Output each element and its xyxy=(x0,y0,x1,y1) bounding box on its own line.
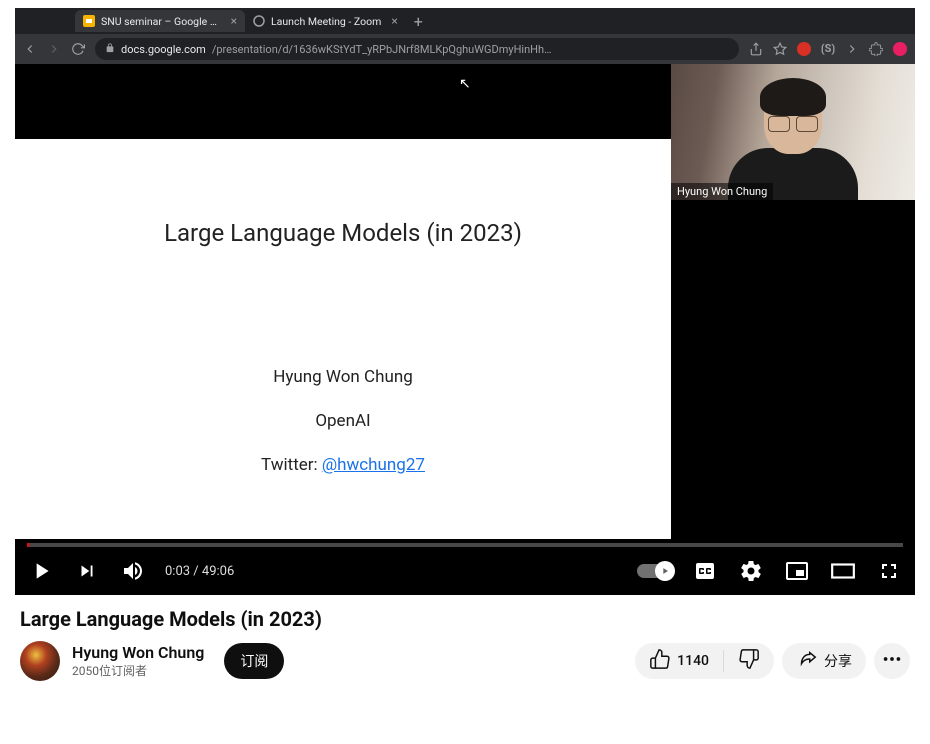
shared-slide-area: ↖ Large Language Models (in 2023) Hyung … xyxy=(15,64,671,539)
slide-twitter-label: Twitter: xyxy=(261,455,322,475)
more-actions-button[interactable] xyxy=(874,643,910,679)
slides-favicon-icon xyxy=(83,15,95,27)
volume-button[interactable] xyxy=(119,557,147,585)
extension-icon[interactable] xyxy=(797,42,811,56)
action-buttons: 1140 分享 xyxy=(635,643,910,679)
video-title: Large Language Models (in 2023) xyxy=(20,607,910,631)
browser-tab-title: SNU seminar – Google Slides xyxy=(101,15,221,28)
dislike-button[interactable] xyxy=(724,643,774,679)
tab-close-icon[interactable]: × xyxy=(231,14,237,28)
browser-tab-zoom[interactable]: Launch Meeting - Zoom × xyxy=(245,10,406,32)
new-tab-button[interactable]: + xyxy=(406,12,431,31)
share-icon xyxy=(796,648,818,674)
duration: 49:06 xyxy=(202,564,234,579)
more-horizontal-icon xyxy=(881,648,903,674)
speaker-name-label: Hyung Won Chung xyxy=(671,183,773,200)
nav-back-icon[interactable] xyxy=(23,42,37,56)
thumbs-down-icon xyxy=(738,648,760,674)
subscribe-button[interactable]: 订阅 xyxy=(224,643,284,679)
mouse-cursor-icon: ↖ xyxy=(459,76,471,92)
share-button[interactable]: 分享 xyxy=(782,643,866,679)
share-label: 分享 xyxy=(824,651,852,671)
browser-address-row: docs.google.com/presentation/d/1636wKStY… xyxy=(15,34,915,64)
channel-info[interactable]: Hyung Won Chung 2050位订阅者 xyxy=(72,643,204,679)
slide-twitter-handle: @hwchung27 xyxy=(322,455,425,475)
video-progress-fill xyxy=(27,543,29,547)
channel-name: Hyung Won Chung xyxy=(72,643,204,662)
time-display: 0:03 / 49:06 xyxy=(165,564,234,579)
video-info-section: Large Language Models (in 2023) Hyung Wo… xyxy=(0,595,930,681)
extensions-puzzle-icon[interactable] xyxy=(869,42,883,56)
like-count: 1140 xyxy=(677,653,709,669)
url-bar[interactable]: docs.google.com/presentation/d/1636wKStY… xyxy=(95,38,739,60)
presentation-slide: Large Language Models (in 2023) Hyung Wo… xyxy=(15,139,671,539)
like-dislike-pill: 1140 xyxy=(635,643,774,679)
browser-tab-slides[interactable]: SNU seminar – Google Slides × xyxy=(75,10,245,32)
thumbs-up-icon xyxy=(649,648,671,674)
settings-button[interactable] xyxy=(737,557,765,585)
channel-avatar[interactable] xyxy=(20,641,60,681)
nav-forward-icon[interactable] xyxy=(47,42,61,56)
autoplay-knob-icon xyxy=(655,561,675,581)
lock-icon xyxy=(105,43,115,56)
extension-icon[interactable] xyxy=(845,42,859,56)
play-button[interactable] xyxy=(27,557,55,585)
current-time: 0:03 xyxy=(165,564,190,579)
autoplay-toggle[interactable] xyxy=(637,564,673,578)
slide-title: Large Language Models (in 2023) xyxy=(35,219,651,247)
video-player: SNU seminar – Google Slides × Launch Mee… xyxy=(15,8,915,595)
video-content-area[interactable]: ↖ Large Language Models (in 2023) Hyung … xyxy=(15,64,915,543)
video-meta-row: Hyung Won Chung 2050位订阅者 订阅 1140 xyxy=(20,641,910,681)
browser-tab-strip: SNU seminar – Google Slides × Launch Mee… xyxy=(15,8,915,34)
browser-tab-title: Launch Meeting - Zoom xyxy=(271,15,381,28)
miniplayer-button[interactable] xyxy=(783,557,811,585)
share-page-icon[interactable] xyxy=(749,42,763,56)
url-domain: docs.google.com xyxy=(121,43,206,56)
speaker-camera-tile: Hyung Won Chung xyxy=(671,64,915,200)
tab-close-icon[interactable]: × xyxy=(391,14,397,28)
slide-author: Hyung Won Chung xyxy=(35,367,651,387)
theater-mode-button[interactable] xyxy=(829,557,857,585)
video-progress-bar[interactable] xyxy=(27,543,903,547)
star-bookmark-icon[interactable] xyxy=(773,42,787,56)
zoom-favicon-icon xyxy=(253,15,265,27)
browser-action-icons: ⟮S⟯ xyxy=(749,42,907,56)
url-path: /presentation/d/1636wKStYdT_yRPbJNrf8MLK… xyxy=(212,43,552,56)
slide-org: OpenAI xyxy=(35,411,651,431)
extension-icon[interactable]: ⟮S⟯ xyxy=(821,42,835,56)
player-controls: 0:03 / 49:06 xyxy=(15,547,915,595)
shared-browser-chrome: SNU seminar – Google Slides × Launch Mee… xyxy=(15,8,915,64)
next-button[interactable] xyxy=(73,557,101,585)
like-button[interactable]: 1140 xyxy=(635,643,723,679)
subscriber-count: 2050位订阅者 xyxy=(72,662,204,679)
captions-button[interactable] xyxy=(691,557,719,585)
nav-reload-icon[interactable] xyxy=(71,42,85,56)
profile-avatar-icon[interactable] xyxy=(893,42,907,56)
slide-twitter-line: Twitter: @hwchung27 xyxy=(35,455,651,475)
speaker-figure xyxy=(718,74,868,200)
fullscreen-button[interactable] xyxy=(875,557,903,585)
